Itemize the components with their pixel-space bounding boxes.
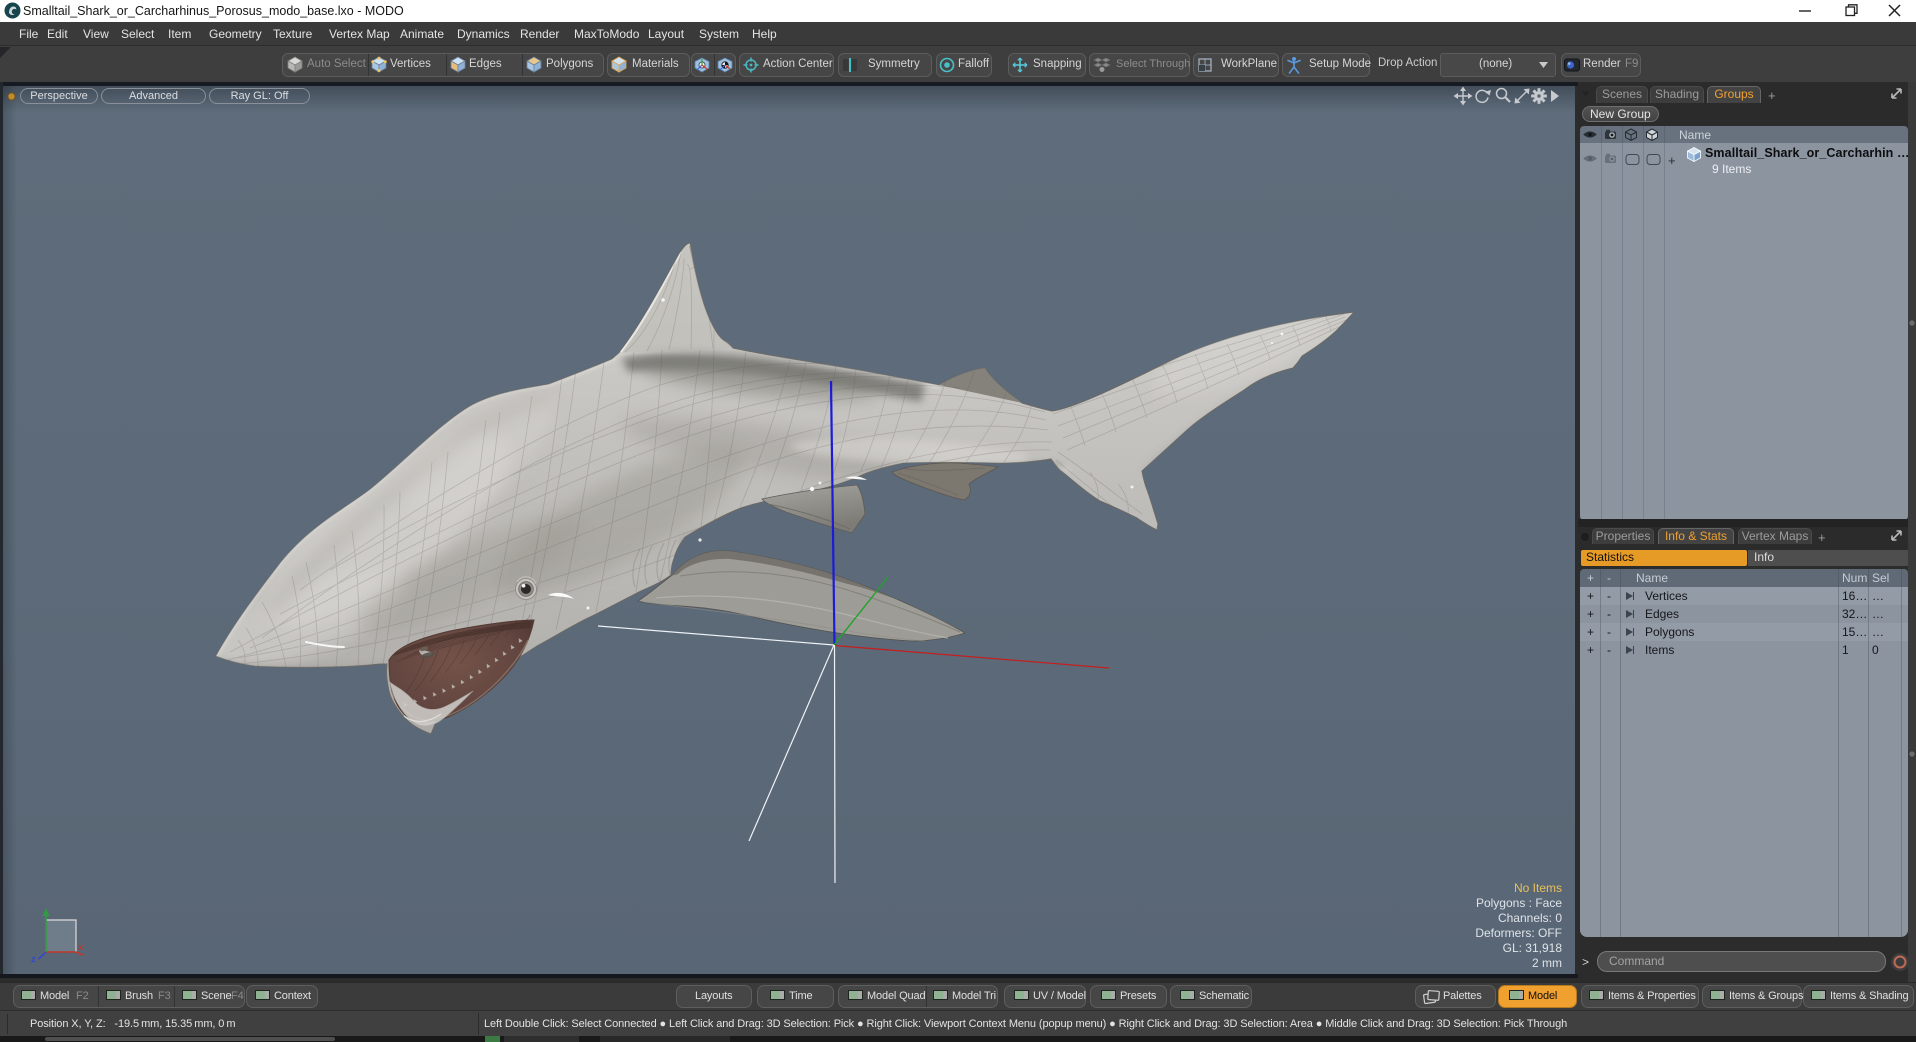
- svg-text:z: z: [31, 954, 36, 965]
- svg-text:Deformers: OFF: Deformers: OFF: [1475, 926, 1562, 940]
- svg-text:GL: 31,918: GL: 31,918: [1503, 941, 1563, 955]
- svg-text:Channels: 0: Channels: 0: [1498, 911, 1562, 925]
- svg-text:x: x: [78, 942, 84, 953]
- svg-text:No Items: No Items: [1514, 881, 1562, 895]
- svg-text:2 mm: 2 mm: [1532, 956, 1562, 970]
- svg-text:Polygons : Face: Polygons : Face: [1476, 896, 1562, 910]
